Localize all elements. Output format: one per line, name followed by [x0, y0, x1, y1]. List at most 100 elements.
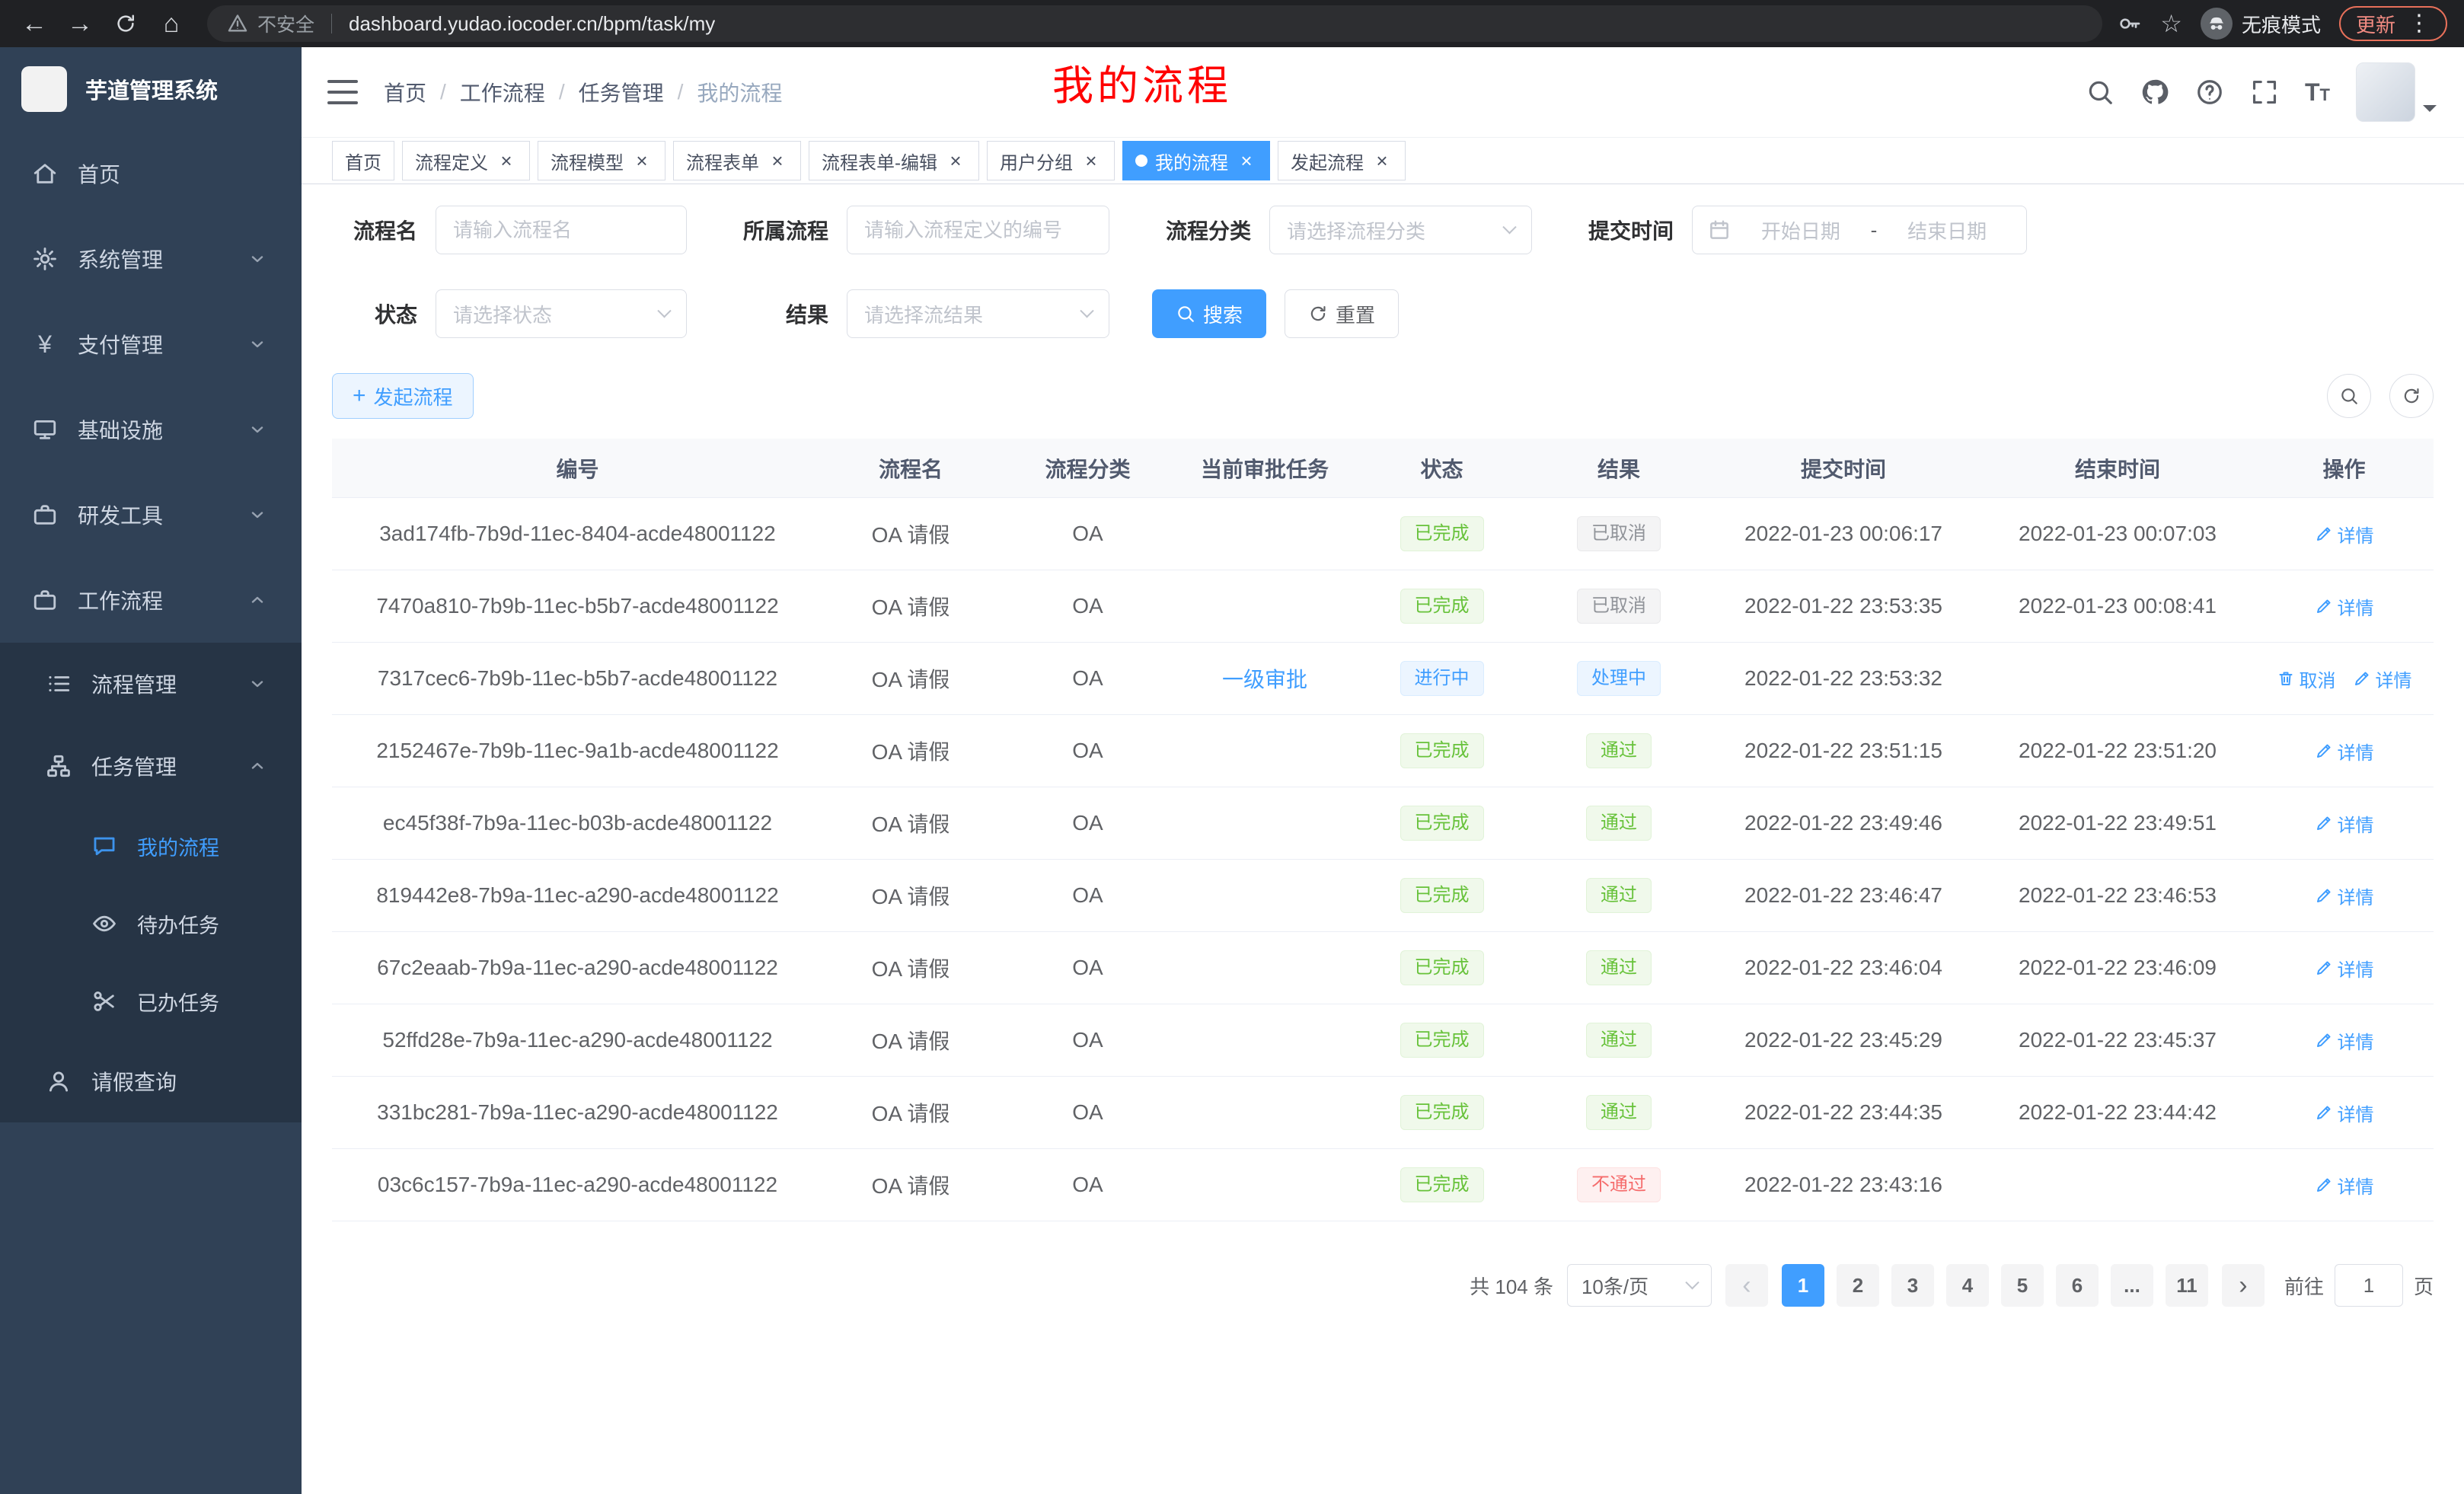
sidebar-toggle[interactable] — [327, 80, 358, 104]
prev-page-button[interactable]: ‹ — [1725, 1264, 1768, 1307]
detail-action[interactable]: 详情 — [2315, 1172, 2374, 1199]
tab-home[interactable]: 首页 — [332, 141, 394, 180]
cancel-action[interactable]: 取消 — [2277, 666, 2336, 692]
sidebar-item-leave-query[interactable]: 请假查询 — [0, 1040, 302, 1122]
sidebar-item-task-mgmt[interactable]: 任务管理 — [0, 725, 302, 807]
tab-process-form[interactable]: 流程表单× — [673, 141, 801, 180]
refresh-table-button[interactable] — [2389, 374, 2434, 418]
breadcrumb-item[interactable]: 任务管理 — [579, 77, 664, 107]
detail-action[interactable]: 详情 — [2315, 1100, 2374, 1126]
next-page-button[interactable]: › — [2222, 1264, 2265, 1307]
breadcrumb-item[interactable]: 工作流程 — [460, 77, 545, 107]
detail-action[interactable]: 详情 — [2315, 883, 2374, 909]
sidebar-item-payment-mgmt[interactable]: ¥ 支付管理 — [0, 302, 302, 387]
result-select[interactable]: 请选择流结果 — [847, 289, 1109, 338]
page-size-select[interactable]: 10条/页 — [1567, 1264, 1712, 1307]
close-icon[interactable]: × — [767, 150, 788, 171]
tab-start-process[interactable]: 发起流程× — [1278, 141, 1406, 180]
page-button[interactable]: 6 — [2056, 1264, 2099, 1307]
github-icon[interactable] — [2140, 78, 2169, 107]
logo[interactable]: 芋道管理系统 — [0, 47, 302, 131]
detail-action[interactable]: 详情 — [2315, 521, 2374, 547]
close-icon[interactable]: × — [945, 150, 966, 171]
end-date-placeholder[interactable]: 结束日期 — [1883, 216, 2011, 244]
tab-my-process[interactable]: 我的流程× — [1122, 141, 1270, 180]
tab-user-group[interactable]: 用户分组× — [987, 141, 1115, 180]
close-icon[interactable]: × — [1080, 150, 1102, 171]
close-icon[interactable]: × — [1236, 150, 1257, 171]
page-button[interactable]: ... — [2111, 1264, 2153, 1307]
cell-category: OA — [998, 570, 1177, 643]
cell-id: 819442e8-7b9a-11ec-a290-acde48001122 — [332, 860, 823, 932]
category-select[interactable]: 请选择流程分类 — [1269, 206, 1532, 254]
cell-end-time: 2022-01-22 23:45:37 — [1980, 1004, 2255, 1077]
detail-action[interactable]: 详情 — [2315, 955, 2374, 982]
close-icon[interactable]: × — [631, 150, 653, 171]
tab-process-model[interactable]: 流程模型× — [538, 141, 665, 180]
detail-action[interactable]: 详情 — [2315, 1027, 2374, 1054]
sidebar-item-done-tasks[interactable]: 已办任务 — [0, 962, 302, 1040]
result-tag: 通过 — [1586, 806, 1652, 841]
sidebar-item-my-process[interactable]: 我的流程 — [0, 807, 302, 885]
tab-process-definition[interactable]: 流程定义× — [402, 141, 530, 180]
cell-id: 7317cec6-7b9b-11ec-b5b7-acde48001122 — [332, 643, 823, 715]
process-name-input[interactable] — [436, 206, 687, 254]
toggle-search-button[interactable] — [2327, 374, 2371, 418]
process-def-input[interactable] — [847, 206, 1109, 254]
goto-page-input[interactable] — [2335, 1264, 2403, 1307]
sidebar-item-todo-tasks[interactable]: 待办任务 — [0, 885, 302, 962]
reset-button[interactable]: 重置 — [1285, 289, 1399, 338]
submit-time-range-picker[interactable]: 开始日期 - 结束日期 — [1692, 206, 2027, 254]
page-button[interactable]: 4 — [1946, 1264, 1989, 1307]
url-text: dashboard.yudao.iocoder.cn/bpm/task/my — [349, 12, 715, 36]
search-button[interactable]: 搜索 — [1152, 289, 1266, 338]
sidebar-item-devtools[interactable]: 研发工具 — [0, 472, 302, 557]
page-button[interactable]: 2 — [1837, 1264, 1879, 1307]
update-button[interactable]: 更新 ⋮ — [2339, 6, 2447, 41]
filter-row-2: 状态 请选择状态 结果 请选择流结果 搜索 — [332, 289, 2434, 338]
forward-button[interactable]: → — [59, 5, 101, 42]
cell-end-time: 2022-01-22 23:46:09 — [1980, 932, 2255, 1004]
status-select[interactable]: 请选择状态 — [436, 289, 687, 338]
bookmark-star-icon[interactable]: ☆ — [2160, 11, 2182, 36]
detail-action[interactable]: 详情 — [2353, 666, 2412, 692]
cell-id: 03c6c157-7b9a-11ec-a290-acde48001122 — [332, 1149, 823, 1221]
page-button[interactable]: 3 — [1891, 1264, 1934, 1307]
help-icon[interactable] — [2195, 78, 2224, 107]
sidebar-item-infrastructure[interactable]: 基础设施 — [0, 387, 302, 472]
chevron-down-icon — [1080, 304, 1093, 318]
search-icon[interactable] — [2086, 78, 2115, 107]
key-icon[interactable] — [2118, 11, 2142, 36]
refresh-icon — [1308, 304, 1328, 324]
detail-action[interactable]: 详情 — [2315, 593, 2374, 620]
avatar[interactable] — [2356, 62, 2415, 122]
cell-category: OA — [998, 1149, 1177, 1221]
sidebar-item-home[interactable]: 首页 — [0, 131, 302, 216]
page-button[interactable]: 1 — [1782, 1264, 1824, 1307]
back-button[interactable]: ← — [14, 5, 55, 42]
close-icon[interactable]: × — [1371, 150, 1393, 171]
eye-icon — [91, 911, 117, 937]
table-tools — [2327, 374, 2434, 418]
page-button[interactable]: 5 — [2001, 1264, 2044, 1307]
address-bar[interactable]: 不安全 dashboard.yudao.iocoder.cn/bpm/task/… — [207, 5, 2102, 42]
detail-action[interactable]: 详情 — [2315, 810, 2374, 837]
sidebar-item-workflow[interactable]: 工作流程 — [0, 557, 302, 643]
browser-home-button[interactable]: ⌂ — [151, 5, 192, 42]
create-process-button[interactable]: + 发起流程 — [332, 373, 474, 419]
current-task-link[interactable]: 一级审批 — [1222, 663, 1307, 694]
close-icon[interactable]: × — [496, 150, 517, 171]
user-menu[interactable] — [2356, 62, 2437, 122]
fullscreen-icon[interactable] — [2250, 78, 2279, 107]
monitor-icon — [32, 417, 58, 442]
page-button[interactable]: 11 — [2166, 1264, 2208, 1307]
font-size-icon[interactable]: TT — [2305, 78, 2330, 107]
reload-button[interactable] — [105, 5, 146, 42]
detail-action[interactable]: 详情 — [2315, 738, 2374, 765]
menu-kebab-icon[interactable]: ⋮ — [2408, 12, 2430, 35]
sidebar-item-process-mgmt[interactable]: 流程管理 — [0, 643, 302, 725]
sidebar-item-system-mgmt[interactable]: 系统管理 — [0, 216, 302, 302]
start-date-placeholder[interactable]: 开始日期 — [1737, 216, 1865, 244]
tab-process-form-edit[interactable]: 流程表单-编辑× — [809, 141, 979, 180]
breadcrumb-item[interactable]: 首页 — [384, 77, 426, 107]
